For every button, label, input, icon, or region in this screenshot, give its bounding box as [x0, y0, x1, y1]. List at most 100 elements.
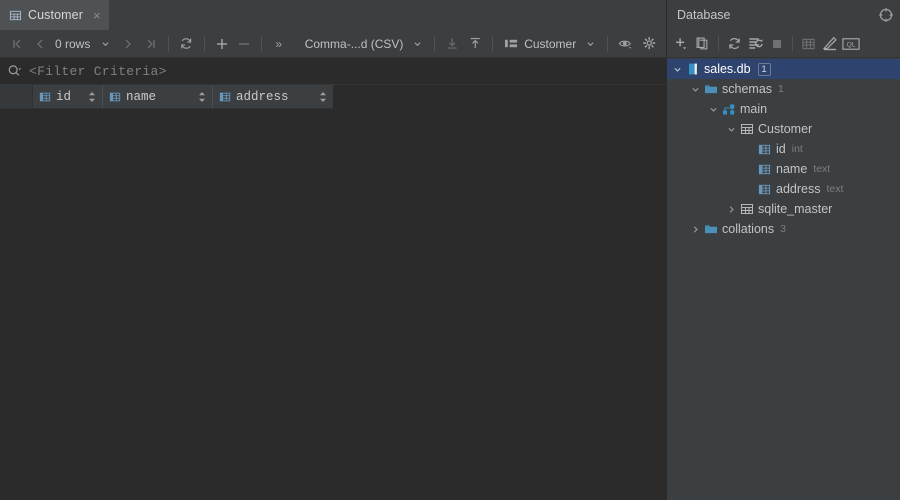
grid-column-label: name — [126, 89, 157, 104]
chevron-right-icon[interactable] — [725, 205, 738, 214]
last-page-icon[interactable] — [140, 33, 162, 55]
tree-node-label: address — [776, 182, 821, 196]
column-icon — [756, 163, 773, 176]
tree-node-column-id[interactable]: id int — [667, 139, 900, 159]
tab-strip-empty — [108, 0, 666, 30]
sort-toggle-icon[interactable] — [198, 91, 206, 103]
tree-node-label: sqlite_master — [758, 202, 833, 216]
column-type: int — [791, 143, 803, 155]
sort-toggle-icon[interactable] — [319, 91, 327, 103]
next-page-icon[interactable] — [117, 33, 139, 55]
table-icon — [738, 122, 755, 136]
pencil-icon[interactable] — [819, 33, 840, 55]
toolbar-divider-2 — [203, 35, 205, 52]
column-icon — [756, 183, 773, 196]
schema-icon — [720, 103, 737, 116]
row-count-label[interactable]: 0 rows — [52, 37, 93, 51]
tree-node-sales-db[interactable]: sales.db 1 — [667, 59, 900, 79]
column-icon — [219, 91, 231, 103]
tree-node-column-name[interactable]: name text — [667, 159, 900, 179]
column-type: text — [813, 163, 831, 175]
column-icon — [109, 91, 121, 103]
grid-body-empty[interactable] — [0, 109, 666, 500]
svg-text:QL: QL — [847, 41, 856, 48]
app-window: Customer × 0 rows » Comma-...d (CSV) Cus… — [0, 0, 900, 500]
toolbar-divider-6 — [607, 35, 609, 52]
sort-toggle-icon[interactable] — [88, 91, 96, 103]
table-icon — [738, 202, 755, 216]
chevron-down-icon[interactable] — [707, 105, 720, 114]
tree-node-customer[interactable]: Customer — [667, 119, 900, 139]
row-count-dropdown-icon[interactable] — [94, 33, 116, 55]
export-format-dropdown-icon[interactable] — [406, 33, 428, 55]
column-type: text — [826, 183, 844, 195]
row-number-gutter — [0, 85, 33, 108]
filter-input[interactable]: <Filter Criteria> — [29, 64, 167, 79]
tree-node-label: collations — [722, 222, 775, 236]
chevron-right-icon[interactable] — [689, 225, 702, 234]
stop-square-icon[interactable] — [766, 33, 787, 55]
panel-title: Database — [677, 8, 731, 22]
tree-node-label: Customer — [758, 122, 813, 136]
grid-column-label: address — [236, 89, 289, 104]
toolbar-divider-5 — [492, 35, 494, 52]
tree-node-collations[interactable]: collations 3 — [667, 219, 900, 239]
gear-icon[interactable] — [638, 33, 660, 55]
remove-row-button[interactable] — [233, 33, 255, 55]
database-panel-header: Database — [667, 0, 900, 30]
reload-icon[interactable] — [175, 33, 197, 55]
tree-node-column-address[interactable]: address text — [667, 179, 900, 199]
tree-node-label: main — [740, 102, 768, 116]
grid-header-row: id name address — [0, 85, 333, 109]
search-icon[interactable] — [7, 64, 22, 79]
copy-icon[interactable] — [692, 33, 713, 55]
add-row-button[interactable] — [211, 33, 233, 55]
column-icon — [39, 91, 51, 103]
plus-dropdown-icon[interactable] — [671, 33, 692, 55]
tab-customer[interactable]: Customer × — [0, 0, 109, 30]
export-format-label[interactable]: Comma-...d (CSV) — [302, 37, 407, 51]
grid-column-name[interactable]: name — [103, 85, 213, 108]
folder-icon — [702, 83, 719, 95]
refresh-icon[interactable] — [724, 33, 745, 55]
settings-target-icon[interactable] — [878, 7, 894, 23]
tree-node-sqlite-master[interactable]: sqlite_master — [667, 199, 900, 219]
chevron-down-icon[interactable] — [725, 125, 738, 134]
tab-label: Customer — [28, 8, 83, 22]
db-file-icon — [684, 62, 701, 76]
tree-node-count: 1 — [778, 83, 784, 95]
sync-script-icon[interactable] — [745, 33, 766, 55]
column-icon — [756, 143, 773, 156]
tree-node-main[interactable]: main — [667, 99, 900, 119]
database-toolbar: QL — [667, 30, 900, 58]
first-page-icon[interactable] — [6, 33, 28, 55]
eye-icon[interactable] — [614, 33, 637, 55]
tree-node-label: name — [776, 162, 808, 176]
toolbar-divider-4 — [434, 35, 436, 52]
export-target-label[interactable]: Customer — [521, 37, 579, 51]
db-toolbar-divider — [718, 36, 719, 51]
chevron-down-icon[interactable] — [671, 65, 684, 74]
pagination-group: 0 rows — [6, 33, 162, 55]
export-target-dropdown-icon[interactable] — [579, 33, 601, 55]
ql-console-icon[interactable]: QL — [840, 33, 862, 55]
grid-column-address[interactable]: address — [213, 85, 333, 108]
tree-node-schemas[interactable]: schemas 1 — [667, 79, 900, 99]
prev-page-icon[interactable] — [29, 33, 51, 55]
close-icon[interactable]: × — [93, 9, 101, 22]
overflow-icon[interactable]: » — [268, 33, 290, 55]
status-badge: 1 — [757, 62, 771, 76]
editor-toolbar: 0 rows » Comma-...d (CSV) Customer — [0, 30, 666, 58]
database-tree[interactable]: sales.db 1 schemas 1 main Customer id in… — [667, 58, 900, 500]
database-tool-window: Database QL sales.db 1 schemas 1 main Cu… — [666, 0, 900, 500]
grid-column-id[interactable]: id — [33, 85, 103, 108]
data-editor-pane: Customer × 0 rows » Comma-...d (CSV) Cus… — [0, 0, 666, 500]
toolbar-divider-3 — [260, 35, 262, 52]
table-grid-icon[interactable] — [798, 33, 819, 55]
tree-node-label: id — [776, 142, 786, 156]
export-data-icon[interactable] — [464, 33, 486, 55]
filter-bar[interactable]: <Filter Criteria> — [0, 58, 666, 85]
folder-icon — [702, 223, 719, 235]
chevron-down-icon[interactable] — [689, 85, 702, 94]
import-data-icon[interactable] — [441, 33, 463, 55]
